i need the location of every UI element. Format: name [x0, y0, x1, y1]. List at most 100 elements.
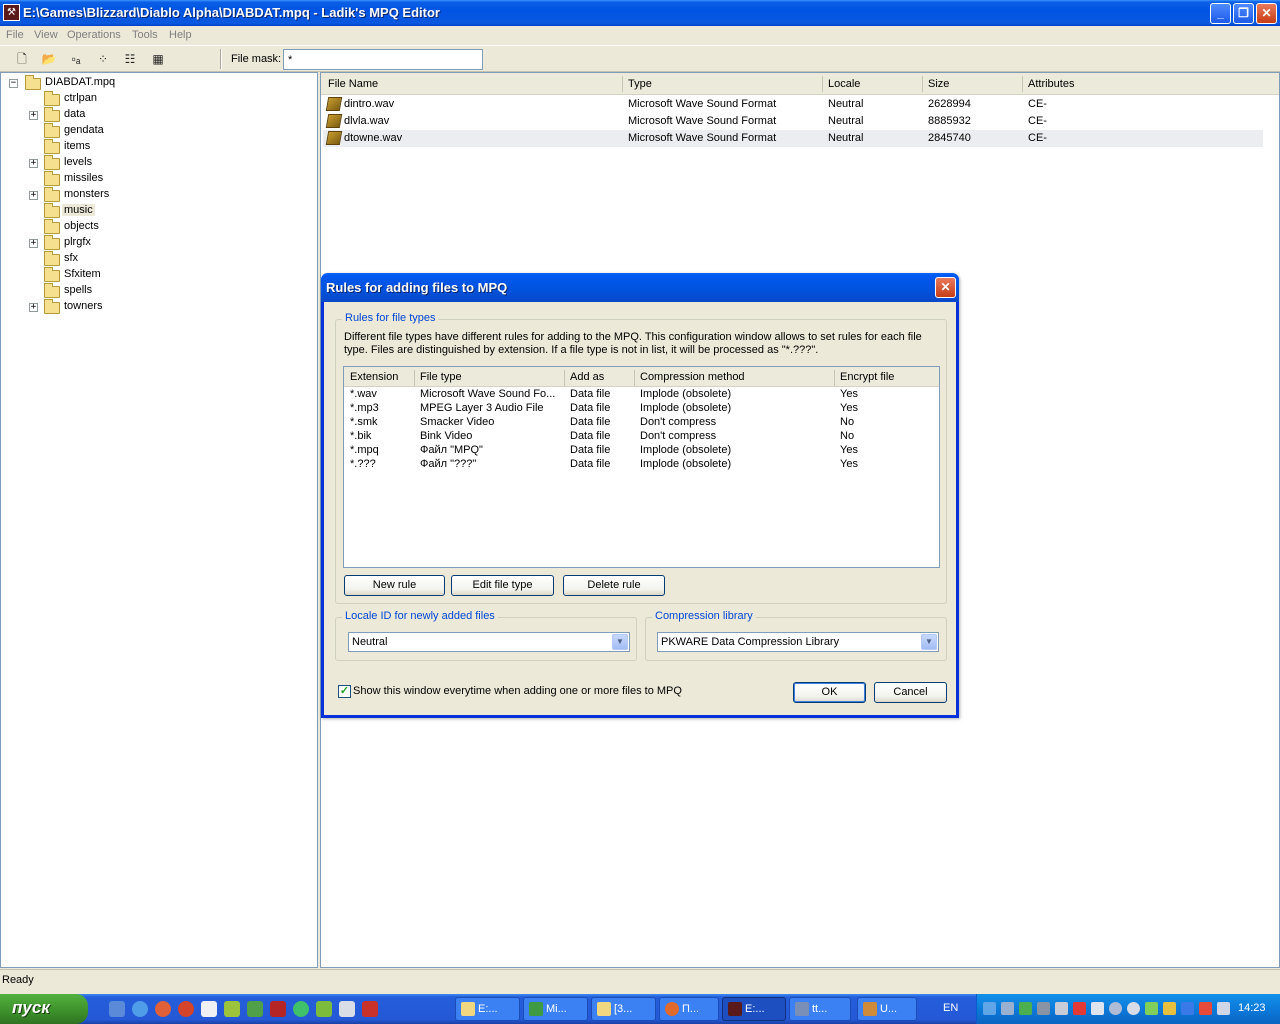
column-header-attributes[interactable]: Attributes: [1028, 78, 1074, 90]
title-bar[interactable]: ⚒ E:\Games\Blizzard\Diablo Alpha\DIABDAT…: [0, 0, 1280, 26]
open-folder-icon[interactable]: 📂: [39, 50, 59, 68]
table-row[interactable]: dintro.wav Microsoft Wave Sound Format N…: [323, 96, 1263, 113]
rules-list[interactable]: Extension File type Add as Compression m…: [343, 366, 940, 568]
rule-row[interactable]: *.mp3 MPEG Layer 3 Audio File Data file …: [344, 402, 939, 416]
app-tray-icon[interactable]: [1037, 1002, 1050, 1015]
column-header-type[interactable]: Type: [628, 78, 652, 90]
chevron-down-icon[interactable]: ▼: [612, 634, 628, 650]
expand-icon[interactable]: +: [29, 303, 38, 312]
column-divider[interactable]: [634, 370, 635, 386]
app-tray-icon[interactable]: [1019, 1002, 1032, 1015]
column-divider[interactable]: [922, 76, 923, 92]
small-icons-view-icon[interactable]: ⁘: [93, 50, 113, 68]
signal-icon[interactable]: [1001, 1002, 1014, 1015]
table-row[interactable]: dlvla.wav Microsoft Wave Sound Format Ne…: [323, 113, 1263, 130]
show-window-label[interactable]: Show this window everytime when adding o…: [353, 685, 682, 697]
column-header-size[interactable]: Size: [928, 78, 949, 90]
edit-file-type-button[interactable]: Edit file type: [451, 575, 554, 596]
network-icon[interactable]: [983, 1002, 996, 1015]
task-button[interactable]: [3...: [591, 997, 656, 1021]
column-divider[interactable]: [834, 370, 835, 386]
show-window-checkbox[interactable]: ✓: [338, 685, 351, 698]
app-tray-icon[interactable]: [1091, 1002, 1104, 1015]
app-icon[interactable]: [247, 1001, 263, 1017]
internet-explorer-icon[interactable]: [132, 1001, 148, 1017]
column-divider[interactable]: [1022, 76, 1023, 92]
app-tray-icon[interactable]: [1055, 1002, 1068, 1015]
bluetooth-icon[interactable]: [1181, 1002, 1194, 1015]
browser-icon[interactable]: [178, 1001, 194, 1017]
compression-select[interactable]: PKWARE Data Compression Library ▼: [657, 632, 939, 652]
start-button[interactable]: пуск: [0, 994, 88, 1024]
rule-row[interactable]: *.wav Microsoft Wave Sound Fo... Data fi…: [344, 388, 939, 402]
large-icons-view-icon[interactable]: ▫ₐ: [66, 50, 86, 68]
column-header-add-as[interactable]: Add as: [570, 371, 604, 383]
column-header-locale[interactable]: Locale: [828, 78, 860, 90]
tools-icon[interactable]: [362, 1001, 378, 1017]
folder-tree[interactable]: − DIABDAT.mpq ctrlpan + data gendata ite…: [0, 72, 318, 968]
new-rule-button[interactable]: New rule: [344, 575, 445, 596]
app-icon[interactable]: [224, 1001, 240, 1017]
rule-row[interactable]: *.smk Smacker Video Data file Don't comp…: [344, 416, 939, 430]
column-divider[interactable]: [414, 370, 415, 386]
task-button-active[interactable]: E:...: [722, 997, 786, 1021]
details-view-icon[interactable]: ▦: [148, 50, 168, 68]
rules-dialog[interactable]: Rules for adding files to MPQ ✕ Rules fo…: [321, 273, 959, 718]
chevron-down-icon[interactable]: ▼: [921, 634, 937, 650]
app-tray-icon[interactable]: [1163, 1002, 1176, 1015]
dialog-title-bar[interactable]: Rules for adding files to MPQ ✕: [321, 273, 959, 302]
opera-icon[interactable]: [155, 1001, 171, 1017]
column-divider[interactable]: [622, 76, 623, 92]
expand-icon[interactable]: +: [29, 159, 38, 168]
app-icon[interactable]: [270, 1001, 286, 1017]
table-row[interactable]: dtowne.wav Microsoft Wave Sound Format N…: [323, 130, 1263, 147]
task-button[interactable]: Mi...: [523, 997, 588, 1021]
antivirus-icon[interactable]: [1073, 1002, 1086, 1015]
column-divider[interactable]: [564, 370, 565, 386]
column-header-file-type[interactable]: File type: [420, 371, 462, 383]
task-button[interactable]: П...: [659, 997, 719, 1021]
menu-help[interactable]: Help: [169, 29, 192, 41]
app-tray-icon[interactable]: [1109, 1002, 1122, 1015]
list-view-icon[interactable]: ☷: [120, 50, 140, 68]
document-icon[interactable]: [201, 1001, 217, 1017]
column-header-extension[interactable]: Extension: [350, 371, 398, 383]
rule-row[interactable]: *.??? Файл "???" Data file Implode (obso…: [344, 458, 939, 472]
app-icon[interactable]: [293, 1001, 309, 1017]
expand-icon[interactable]: +: [29, 111, 38, 120]
app-icon[interactable]: ⚒: [3, 4, 20, 21]
app-tray-icon[interactable]: [1145, 1002, 1158, 1015]
column-divider[interactable]: [822, 76, 823, 92]
rule-row[interactable]: *.bik Bink Video Data file Don't compres…: [344, 430, 939, 444]
column-header-encrypt[interactable]: Encrypt file: [840, 371, 894, 383]
collapse-icon[interactable]: −: [9, 79, 18, 88]
close-button[interactable]: ✕: [1256, 3, 1277, 24]
menu-operations[interactable]: Operations: [67, 29, 121, 41]
safely-remove-icon[interactable]: [1199, 1002, 1212, 1015]
ok-button[interactable]: OK: [793, 682, 866, 703]
column-header-name[interactable]: File Name: [328, 78, 378, 90]
app-icon[interactable]: [316, 1001, 332, 1017]
file-mask-input[interactable]: [283, 49, 483, 70]
expand-icon[interactable]: +: [29, 191, 38, 200]
locale-select[interactable]: Neutral ▼: [348, 632, 630, 652]
task-button[interactable]: U...: [857, 997, 917, 1021]
menu-file[interactable]: File: [6, 29, 24, 41]
rule-row[interactable]: *.mpq Файл "MPQ" Data file Implode (obso…: [344, 444, 939, 458]
new-file-icon[interactable]: 🗋: [12, 50, 32, 68]
app-tray-icon[interactable]: [1127, 1002, 1140, 1015]
volume-icon[interactable]: [1217, 1002, 1230, 1015]
menu-view[interactable]: View: [34, 29, 58, 41]
menu-tools[interactable]: Tools: [132, 29, 158, 41]
dialog-close-button[interactable]: ✕: [935, 277, 956, 298]
show-desktop-icon[interactable]: [109, 1001, 125, 1017]
task-button[interactable]: E:...: [455, 997, 520, 1021]
expand-icon[interactable]: +: [29, 239, 38, 248]
app-icon[interactable]: [339, 1001, 355, 1017]
cancel-button[interactable]: Cancel: [874, 682, 947, 703]
maximize-button[interactable]: ❐: [1233, 3, 1254, 24]
task-button[interactable]: tt...: [789, 997, 851, 1021]
delete-rule-button[interactable]: Delete rule: [563, 575, 665, 596]
minimize-button[interactable]: _: [1210, 3, 1231, 24]
column-header-compression[interactable]: Compression method: [640, 371, 745, 383]
